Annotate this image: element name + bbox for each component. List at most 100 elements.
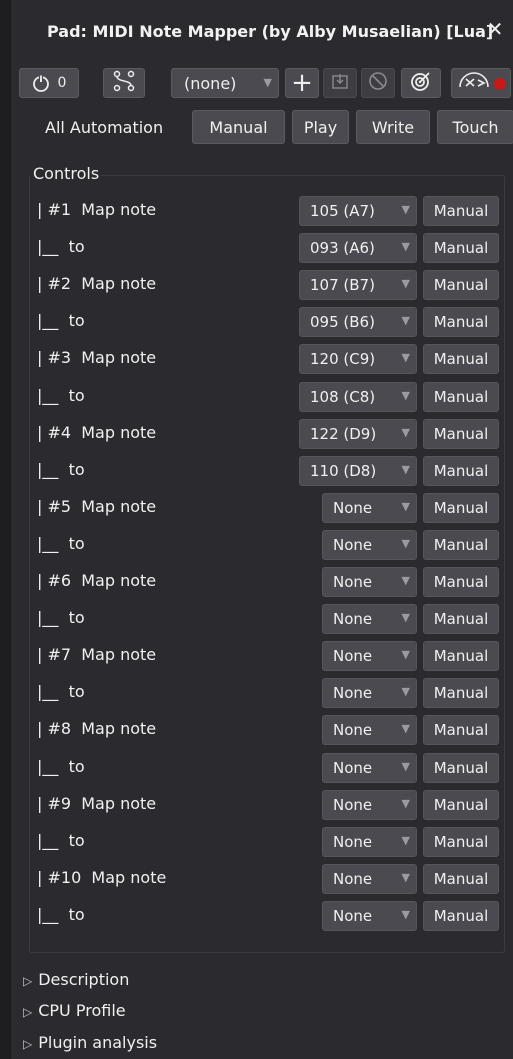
chevron-down-icon: ▼ — [401, 240, 410, 253]
latency-button[interactable] — [451, 68, 511, 98]
note-dropdown[interactable]: None ▼ — [322, 641, 417, 671]
automation-mode-button[interactable]: Manual — [423, 604, 499, 634]
note-dropdown[interactable]: None ▼ — [322, 493, 417, 523]
automation-mode-button[interactable]: Manual — [423, 344, 499, 374]
automation-mode-button[interactable]: Manual — [423, 493, 499, 523]
control-row: | #5 Map note None ▼ Manual — [11, 493, 513, 523]
note-dropdown[interactable]: 107 (B7) ▼ — [299, 270, 417, 300]
note-dropdown[interactable]: None ▼ — [322, 901, 417, 931]
automation-mode-button[interactable]: Manual — [423, 567, 499, 597]
preset-dropdown[interactable]: (none) ▼ — [171, 68, 279, 98]
chevron-down-icon: ▼ — [401, 648, 410, 661]
chevron-down-icon: ▼ — [401, 389, 410, 402]
routing-icon — [113, 70, 135, 96]
control-row: |__ to None ▼ Manual — [11, 753, 513, 783]
chevron-down-icon: ▼ — [401, 834, 410, 847]
chevron-down-icon: ▼ — [401, 611, 410, 624]
automation-mode-button[interactable]: Manual — [423, 307, 499, 337]
note-dropdown[interactable]: None ▼ — [322, 827, 417, 857]
routing-button[interactable] — [103, 68, 145, 98]
control-row: |__ to 110 (D8) ▼ Manual — [11, 456, 513, 486]
bypass-count: 0 — [57, 75, 67, 91]
note-dropdown[interactable]: None ▼ — [322, 753, 417, 783]
automation-mode-button[interactable]: Manual — [423, 678, 499, 708]
note-dropdown[interactable]: None ▼ — [322, 864, 417, 894]
automation-row: All Automation Manual Play Write Touch — [11, 110, 513, 144]
note-dropdown[interactable]: None ▼ — [322, 790, 417, 820]
note-value: None — [333, 610, 373, 628]
automation-mode-button[interactable]: Manual — [423, 196, 499, 226]
note-dropdown[interactable]: None ▼ — [322, 567, 417, 597]
description-label: Description — [38, 970, 130, 989]
save-preset-button[interactable] — [323, 68, 357, 98]
automation-mode-button[interactable]: Manual — [423, 419, 499, 449]
title-bar[interactable]: Pad: MIDI Note Mapper (by Alby Musaelian… — [11, 0, 513, 62]
all-automation-label: All Automation — [45, 118, 164, 137]
control-label: | #4 Map note — [37, 423, 157, 442]
automation-manual-button[interactable]: Manual — [192, 110, 285, 144]
control-row: | #9 Map note None ▼ Manual — [11, 790, 513, 820]
note-dropdown[interactable]: None ▼ — [322, 530, 417, 560]
chevron-down-icon: ▼ — [401, 685, 410, 698]
control-row: | #7 Map note None ▼ Manual — [11, 641, 513, 671]
control-row: |__ to 108 (C8) ▼ Manual — [11, 382, 513, 412]
automation-mode-button[interactable]: Manual — [423, 530, 499, 560]
automation-mode-button[interactable]: Manual — [423, 864, 499, 894]
automation-mode-button[interactable]: Manual — [423, 901, 499, 931]
automation-mode-button[interactable]: Manual — [423, 753, 499, 783]
description-expander[interactable]: ▷ Description — [23, 970, 129, 989]
control-label: |__ to — [37, 608, 85, 627]
note-value: None — [333, 721, 373, 739]
delete-preset-button[interactable] — [361, 68, 395, 98]
note-dropdown[interactable]: 105 (A7) ▼ — [299, 196, 417, 226]
chevron-down-icon: ▼ — [401, 203, 410, 216]
automation-touch-button[interactable]: Touch — [437, 110, 513, 144]
note-dropdown[interactable]: 122 (D9) ▼ — [299, 419, 417, 449]
plugin-analysis-expander[interactable]: ▷ Plugin analysis — [23, 1033, 157, 1052]
automation-mode-button[interactable]: Manual — [423, 270, 499, 300]
cpu-profile-expander[interactable]: ▷ CPU Profile — [23, 1001, 126, 1020]
control-label: |__ to — [37, 386, 85, 405]
chevron-down-icon: ▼ — [401, 463, 410, 476]
note-value: None — [333, 684, 373, 702]
automation-mode-button[interactable]: Manual — [423, 827, 499, 857]
bypass-button[interactable]: 0 — [19, 68, 79, 98]
note-value: None — [333, 536, 373, 554]
note-dropdown[interactable]: 120 (C9) ▼ — [299, 344, 417, 374]
control-label: |__ to — [37, 460, 85, 479]
note-value: None — [333, 499, 373, 517]
note-value: None — [333, 647, 373, 665]
analysis-icon — [410, 70, 432, 96]
automation-mode-button[interactable]: Manual — [423, 641, 499, 671]
add-preset-button[interactable]: + — [285, 68, 319, 98]
control-label: | #3 Map note — [37, 348, 157, 367]
automation-mode-button[interactable]: Manual — [423, 233, 499, 263]
note-value: None — [333, 907, 373, 925]
note-dropdown[interactable]: None ▼ — [322, 604, 417, 634]
note-dropdown[interactable]: 095 (B6) ▼ — [299, 307, 417, 337]
automation-play-button[interactable]: Play — [292, 110, 349, 144]
note-dropdown[interactable]: 108 (C8) ▼ — [299, 382, 417, 412]
close-icon[interactable]: ✕ — [484, 18, 506, 40]
automation-mode-button[interactable]: Manual — [423, 715, 499, 745]
chevron-down-icon: ▼ — [401, 537, 410, 550]
control-label: |__ to — [37, 311, 85, 330]
control-row: | #8 Map note None ▼ Manual — [11, 715, 513, 745]
expand-triangle-icon: ▷ — [23, 974, 33, 988]
note-dropdown[interactable]: None ▼ — [322, 678, 417, 708]
control-label: | #6 Map note — [37, 571, 157, 590]
automation-mode-button[interactable]: Manual — [423, 790, 499, 820]
automation-write-button[interactable]: Write — [356, 110, 430, 144]
note-dropdown[interactable]: 093 (A6) ▼ — [299, 233, 417, 263]
control-row: |__ to None ▼ Manual — [11, 530, 513, 560]
note-dropdown[interactable]: 110 (D8) ▼ — [299, 456, 417, 486]
automation-mode-button[interactable]: Manual — [423, 382, 499, 412]
automation-mode-button[interactable]: Manual — [423, 456, 499, 486]
control-row: | #6 Map note None ▼ Manual — [11, 567, 513, 597]
note-value: 095 (B6) — [310, 313, 375, 331]
control-label: | #9 Map note — [37, 794, 157, 813]
control-label: |__ to — [37, 831, 85, 850]
note-value: 107 (B7) — [310, 276, 375, 294]
analysis-button[interactable] — [401, 68, 441, 98]
note-dropdown[interactable]: None ▼ — [322, 715, 417, 745]
